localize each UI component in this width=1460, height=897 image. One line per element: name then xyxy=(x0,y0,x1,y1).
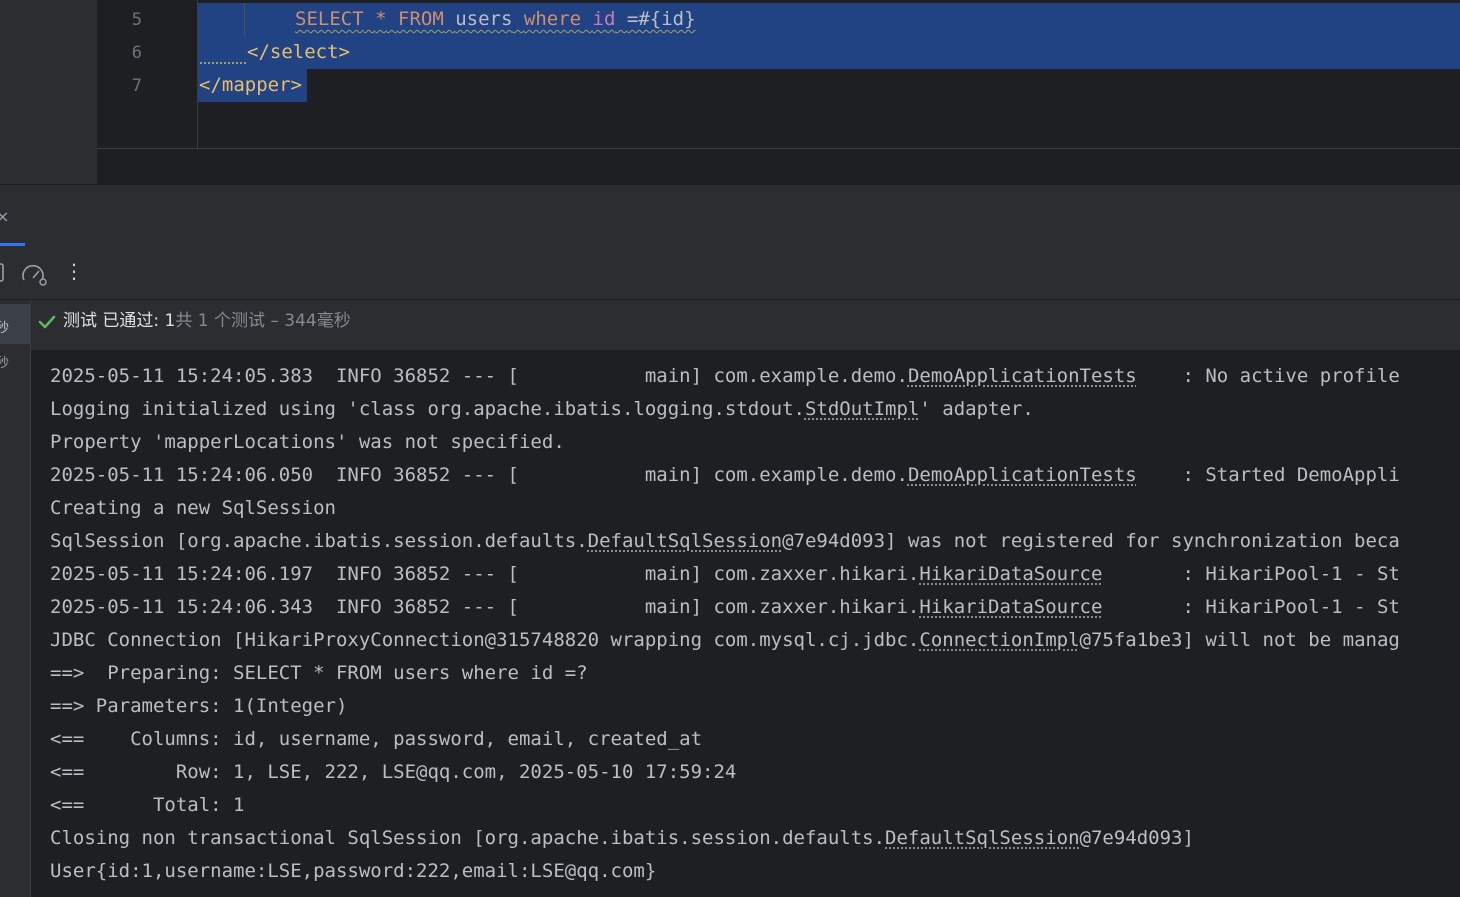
line-number: 7 xyxy=(131,76,142,96)
sql-star: * xyxy=(375,8,387,30)
console-text: 2025-05-11 15:24:05.383 INFO 36852 --- [… xyxy=(50,365,908,387)
test-status-text: 测试 已通过: 1共 1 个测试 – 344毫秒 xyxy=(63,300,351,342)
console-line: Closing non transactional SqlSession [or… xyxy=(50,822,1194,855)
check-icon xyxy=(38,314,56,334)
console-line: ==> Preparing: SELECT * FROM users where… xyxy=(50,657,588,690)
test-summary-detail: 共 1 个测试 – 344毫秒 xyxy=(175,311,351,331)
speedometer-icon[interactable] xyxy=(20,262,48,290)
console-line: 2025-05-11 15:24:05.383 INFO 36852 --- [… xyxy=(50,360,1400,393)
class-link[interactable]: DefaultSqlSession xyxy=(885,827,1079,849)
test-passed-label: 测试 已通过: 1 xyxy=(63,311,176,331)
console-line: 2025-05-11 15:24:06.343 INFO 36852 --- [… xyxy=(50,591,1400,624)
test-tree-strip: 秒 秒 xyxy=(0,300,31,897)
xml-close-tag: </mapper> xyxy=(199,74,302,96)
console-text: 2025-05-11 15:24:06.197 INFO 36852 --- [… xyxy=(50,563,920,585)
console-line: <== Row: 1, LSE, 222, LSE@qq.com, 2025-0… xyxy=(50,756,736,789)
console-text: <== Row: 1, LSE, 222, LSE@qq.com, 2025-0… xyxy=(50,761,737,783)
line-number: 5 xyxy=(131,10,142,30)
console-line: <== Columns: id, username, password, ema… xyxy=(50,723,702,756)
console-text: : HikariPool-1 - St xyxy=(1102,563,1400,585)
console-line: ==> Parameters: 1(Integer) xyxy=(50,690,347,723)
code-line-5: SELECT * FROM users where id =#{id} xyxy=(295,3,696,36)
class-link[interactable]: HikariDataSource xyxy=(919,563,1102,585)
code-editor[interactable]: 5 6 7 SELECT * FROM users where id =#{id… xyxy=(0,0,1460,184)
console-line: User{id:1,username:LSE,password:222,emai… xyxy=(50,855,656,888)
sql-keyword: SELECT xyxy=(295,8,364,30)
editor-divider xyxy=(97,148,1460,149)
class-link[interactable]: DemoApplicationTests xyxy=(908,365,1137,387)
console-text: ==> Parameters: 1(Integer) xyxy=(50,695,348,717)
console-text: Creating a new SqlSession xyxy=(50,497,336,519)
console-text: @75fa1be3] will not be manag xyxy=(1079,629,1400,651)
more-options-icon[interactable]: ⋮ xyxy=(64,259,84,283)
console-line: Logging initialized using 'class org.apa… xyxy=(50,393,1034,426)
console-text: : HikariPool-1 - St xyxy=(1102,596,1400,618)
class-link[interactable]: HikariDataSource xyxy=(919,596,1102,618)
console-text: Logging initialized using 'class org.apa… xyxy=(50,398,805,420)
xml-close-tag: </select> xyxy=(247,41,350,63)
test-tree-item-selected[interactable]: 秒 xyxy=(0,304,30,344)
sql-keyword: FROM xyxy=(398,8,444,30)
console-line: 2025-05-11 15:24:06.050 INFO 36852 --- [… xyxy=(50,459,1400,492)
console-text: 2025-05-11 15:24:06.050 INFO 36852 --- [… xyxy=(50,464,908,486)
run-toolbar: ⋮ xyxy=(0,247,1460,300)
console-text: : No active profile xyxy=(1136,365,1400,387)
line-number: 6 xyxy=(131,43,142,63)
code-line-7: </mapper> xyxy=(199,69,302,102)
console-text: Property 'mapperLocations' was not speci… xyxy=(50,431,565,453)
class-link[interactable]: StdOutImpl xyxy=(805,398,919,420)
console-text: : Started DemoAppli xyxy=(1136,464,1400,486)
console-line: 2025-05-11 15:24:06.197 INFO 36852 --- [… xyxy=(50,558,1400,591)
sql-param: =#{id} xyxy=(626,8,696,30)
sql-field: id xyxy=(592,8,616,30)
console-text: 2025-05-11 15:24:06.343 INFO 36852 --- [… xyxy=(50,596,920,618)
close-tab-icon[interactable]: × xyxy=(0,207,9,226)
run-tool-window-header: × xyxy=(0,184,1460,247)
console-text: User{id:1,username:LSE,password:222,emai… xyxy=(50,860,657,882)
test-duration-glyph: 秒 xyxy=(0,321,10,336)
class-link[interactable]: DefaultSqlSession xyxy=(588,530,782,552)
indent-guide xyxy=(244,3,245,36)
class-link[interactable]: ConnectionImpl xyxy=(919,629,1079,651)
console-text: Closing non transactional SqlSession [or… xyxy=(50,827,886,849)
sql-table: users xyxy=(455,8,513,30)
console-line: JDBC Connection [HikariProxyConnection@3… xyxy=(50,624,1400,657)
console-text: JDBC Connection [HikariProxyConnection@3… xyxy=(50,629,920,651)
editor-left-toolbar xyxy=(0,0,97,184)
sql-keyword: where xyxy=(523,8,582,30)
class-link[interactable]: DemoApplicationTests xyxy=(908,464,1137,486)
console-text: ==> Preparing: SELECT * FROM users where… xyxy=(50,662,588,684)
console-line: SqlSession [org.apache.ibatis.session.de… xyxy=(50,525,1400,558)
console-output[interactable]: 2025-05-11 15:24:05.383 INFO 36852 --- [… xyxy=(31,351,1460,897)
console-text: <== Columns: id, username, password, ema… xyxy=(50,728,703,750)
stop-icon[interactable] xyxy=(0,263,4,287)
warning-underline xyxy=(200,58,246,64)
console-text: ' adapter. xyxy=(919,398,1034,420)
console-line: <== Total: 1 xyxy=(50,789,244,822)
selection-line-6 xyxy=(198,36,1460,69)
active-tab-indicator xyxy=(0,243,25,246)
test-duration-glyph: 秒 xyxy=(0,356,10,371)
console-line: Property 'mapperLocations' was not speci… xyxy=(50,426,565,459)
console-text: @7e94d093] was not registered for synchr… xyxy=(782,530,1400,552)
console-text: @7e94d093] xyxy=(1079,827,1194,849)
test-result-status-bar: 测试 已通过: 1共 1 个测试 – 344毫秒 xyxy=(31,300,1460,351)
code-line-6: </select> xyxy=(247,36,350,69)
code-text-area[interactable]: SELECT * FROM users where id =#{id} </se… xyxy=(198,0,1460,148)
console-line: Creating a new SqlSession xyxy=(50,492,336,525)
console-text: SqlSession [org.apache.ibatis.session.de… xyxy=(50,530,588,552)
console-text: <== Total: 1 xyxy=(50,794,245,816)
